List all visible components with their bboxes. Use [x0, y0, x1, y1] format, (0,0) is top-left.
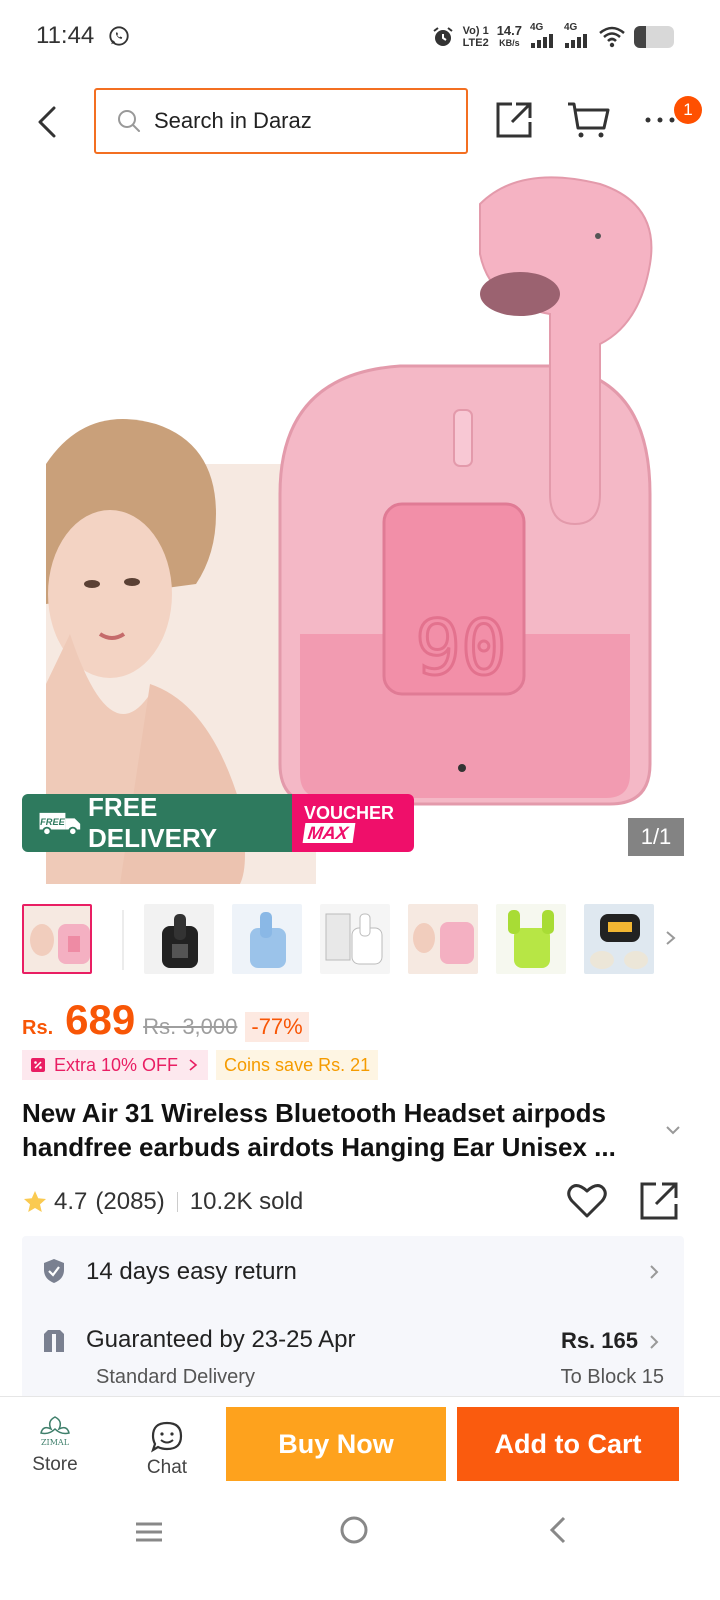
search-icon	[118, 110, 140, 132]
delivery-location: To Block 15	[560, 1366, 664, 1388]
thumbnail-divider	[122, 910, 124, 970]
promo-badge: FREE FREE DELIVERY VOUCHER MAX	[22, 794, 414, 852]
battery-fill	[634, 25, 646, 48]
chevron-right-icon	[650, 1335, 659, 1349]
free-delivery-label: FREE DELIVERY	[88, 794, 218, 852]
search-box[interactable]	[94, 88, 468, 154]
delivery-row[interactable]: Guaranteed by 23-25 Apr Standard Deliver…	[22, 1318, 684, 1398]
search-input[interactable]	[154, 108, 454, 134]
coins-label: Coins save Rs. 21	[224, 1054, 371, 1075]
voucher-max-badge: VOUCHER MAX	[292, 794, 414, 852]
thumbnail-7[interactable]	[584, 904, 654, 974]
delivery-fee: Rs. 165	[560, 1328, 638, 1353]
free-delivery-badge: FREE FREE DELIVERY	[22, 794, 292, 852]
review-count[interactable]: (2085)	[95, 1188, 164, 1216]
bottom-action-bar: ZIMAL Store Chat Buy Now Add to Cart	[0, 1396, 720, 1498]
wifi-icon	[599, 26, 625, 47]
chat-icon	[151, 1421, 183, 1453]
cart-button[interactable]	[566, 100, 610, 140]
coins-tag: Coins save Rs. 21	[216, 1050, 379, 1080]
wishlist-heart-button[interactable]	[566, 1182, 608, 1220]
whatsapp-icon	[109, 26, 129, 46]
add-to-cart-button[interactable]: Add to Cart	[457, 1407, 679, 1481]
signal-bars-icon	[531, 34, 553, 48]
delivery-type-text: Standard Delivery	[96, 1366, 255, 1388]
chat-button[interactable]: Chat	[138, 1421, 196, 1479]
battery-icon	[634, 25, 674, 48]
signal-2: 4G	[564, 22, 590, 51]
case-display: 90	[415, 603, 507, 692]
delivery-box-icon	[44, 1330, 64, 1352]
thumbnail-strip	[22, 904, 702, 976]
share-button[interactable]	[494, 100, 534, 140]
store-button[interactable]: ZIMAL Store	[24, 1413, 86, 1476]
service-card: 14 days easy return Guaranteed by 23-25 …	[22, 1236, 684, 1404]
system-back-icon[interactable]	[546, 1514, 568, 1546]
voucher-max-label: MAX	[302, 823, 356, 843]
chat-label: Chat	[146, 1457, 188, 1478]
back-button[interactable]	[30, 102, 66, 142]
extra-discount-tag[interactable]: Extra 10% OFF	[22, 1050, 209, 1080]
status-icons: Vo) 1 LTE2 14.7 KB/s 4G 4G	[431, 22, 674, 51]
delivery-date-text: Guaranteed by 23-25 Apr	[86, 1326, 356, 1353]
rating-value: 4.7	[54, 1188, 88, 1215]
system-nav-bar	[0, 1498, 720, 1600]
rating-row: 4.7 (2085) 10.2K sold	[22, 1184, 303, 1220]
thumbnail-2[interactable]	[144, 904, 214, 974]
return-policy-row[interactable]: 14 days easy return	[22, 1236, 684, 1306]
thumbnail-4[interactable]	[320, 904, 390, 974]
thumbnail-5[interactable]	[408, 904, 478, 974]
product-image-gallery[interactable]: 90 FREE FREE DELIVERY VOUCHER MAX 1/1	[0, 164, 720, 884]
voucher-label: VOUCHER	[304, 803, 395, 823]
current-price: 689	[65, 996, 136, 1043]
volte-indicator: Vo) 1 LTE2	[462, 24, 489, 49]
sold-count: 10.2K sold	[189, 1188, 304, 1215]
cart-count-badge: 1	[674, 96, 702, 124]
discount-badge: -77%	[245, 1012, 309, 1042]
delivery-truck-icon: FREE	[39, 812, 81, 836]
extra-discount-label: Extra 10% OFF	[54, 1054, 179, 1075]
product-image: 90	[46, 176, 653, 884]
recent-apps-icon[interactable]	[134, 1520, 164, 1544]
divider	[176, 1192, 178, 1212]
shield-icon	[44, 1259, 64, 1283]
alarm-icon	[433, 26, 453, 46]
network-speed: 14.7 KB/s	[496, 22, 522, 48]
signal-bars-icon	[565, 34, 587, 48]
status-time: 11:44	[36, 22, 95, 49]
top-nav	[0, 86, 720, 158]
free-small-label: FREE	[40, 817, 65, 827]
status-bar: 11:44 Vo) 1 LTE2 14.7 KB/s 4G 4G	[0, 0, 720, 72]
chevron-down-icon[interactable]	[664, 1124, 682, 1136]
thumbnail-3[interactable]	[232, 904, 302, 974]
return-policy-text: 14 days easy return	[86, 1258, 297, 1285]
thumbnail-next-icon[interactable]	[664, 924, 678, 952]
original-price: Rs. 3,000	[143, 1014, 238, 1039]
voucher-icon	[31, 1058, 45, 1072]
image-counter: 1/1	[628, 818, 684, 856]
thumbnail-6[interactable]	[496, 904, 566, 974]
promo-tags: Extra 10% OFF Coins save Rs. 21	[22, 1050, 379, 1080]
share-product-button[interactable]	[638, 1180, 680, 1222]
product-title: New Air 31 Wireless Bluetooth Headset ai…	[22, 1098, 616, 1162]
home-icon[interactable]	[338, 1514, 370, 1546]
price-row: Rs. 689 Rs. 3,000 -77%	[22, 996, 309, 1046]
star-icon	[24, 1191, 46, 1212]
thumbnail-1[interactable]	[22, 904, 92, 974]
store-logo-text: ZIMAL	[41, 1438, 70, 1447]
store-logo-icon: ZIMAL	[40, 1416, 70, 1447]
price-currency: Rs.	[22, 1017, 54, 1039]
signal-1: 4G	[530, 22, 556, 51]
more-options-button[interactable]	[644, 110, 678, 130]
chevron-right-icon	[650, 1265, 659, 1279]
chevron-right-icon	[189, 1059, 198, 1071]
store-label: Store	[32, 1454, 78, 1475]
buy-now-button[interactable]: Buy Now	[226, 1407, 446, 1481]
